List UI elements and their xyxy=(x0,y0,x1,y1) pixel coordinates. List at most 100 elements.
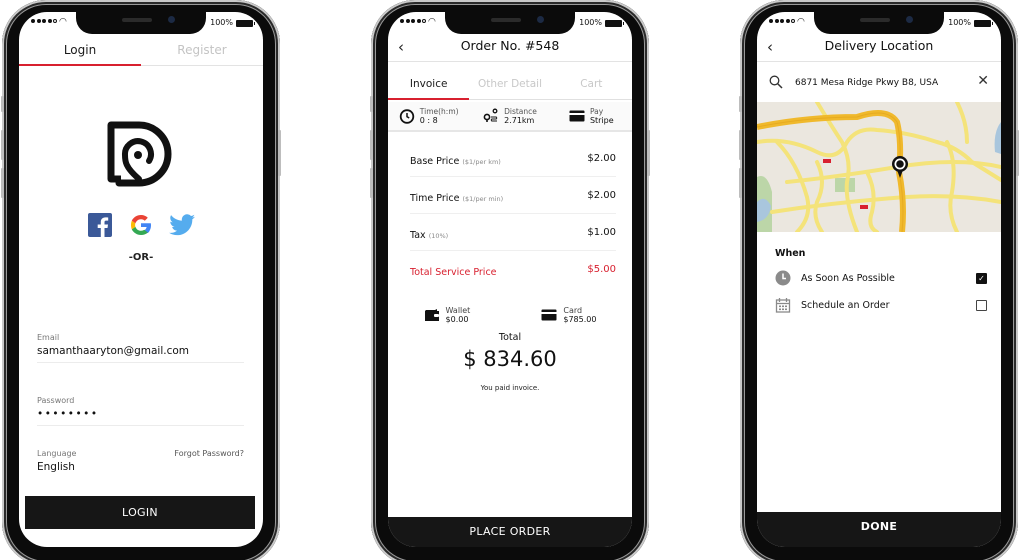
tab-cart[interactable]: Cart xyxy=(551,70,632,99)
address-input[interactable]: 6871 Mesa Ridge Pkwy B8, USA xyxy=(795,78,938,88)
option-asap[interactable]: As Soon As Possible ✓ xyxy=(775,268,987,288)
twitter-icon[interactable] xyxy=(169,212,195,238)
wallet-label: Wallet xyxy=(445,306,471,315)
header: ‹ Delivery Location xyxy=(757,36,1001,62)
time-info: Time(h:m) 0 : 8 xyxy=(388,102,469,130)
wifi-icon: ◠ xyxy=(59,17,67,27)
notch xyxy=(76,12,206,34)
notch xyxy=(814,12,944,34)
volume-down-button xyxy=(739,168,742,198)
battery-icon xyxy=(605,20,624,27)
wallet-value: $0.00 xyxy=(445,315,469,324)
payment-breakdown: Wallet $0.00 Card $785.00 xyxy=(388,306,632,324)
volume-down-button xyxy=(1,168,4,198)
option-label: As Soon As Possible xyxy=(801,272,895,284)
option-schedule[interactable]: Schedule an Order xyxy=(775,295,987,315)
total-amount: $ 834.60 xyxy=(463,347,557,371)
wifi-icon: ◠ xyxy=(797,17,805,27)
distance-value: 2.71km xyxy=(504,115,535,125)
price-list: Base Price ($1/per km) $2.00 Time Price ($… xyxy=(410,140,616,288)
pay-label: Pay xyxy=(589,106,604,116)
forgot-password-link[interactable]: Forgot Password? xyxy=(174,449,244,458)
time-label: Time(h:m) xyxy=(419,106,459,116)
back-chevron-icon[interactable]: ‹ xyxy=(398,37,404,57)
signal-icon xyxy=(769,19,795,23)
price-row-base: Base Price ($1/per km) $2.00 xyxy=(410,140,616,177)
price-amount: $2.00 xyxy=(587,189,616,201)
card-icon xyxy=(541,309,557,321)
app-logo-icon xyxy=(107,121,172,187)
paid-note: You paid invoice. xyxy=(480,384,540,392)
price-name: Base Price xyxy=(410,155,460,167)
battery-icon xyxy=(236,20,255,27)
language-section: Language English Forgot Password? xyxy=(37,449,244,473)
header: ‹ Order No. #548 xyxy=(388,36,632,62)
option-label: Schedule an Order xyxy=(801,299,890,311)
map-graphic xyxy=(757,102,1001,232)
page-title: Delivery Location xyxy=(824,38,934,53)
schedule-checkbox[interactable] xyxy=(976,299,987,311)
wifi-icon: ◠ xyxy=(428,17,436,27)
price-note: (10%) xyxy=(428,231,449,240)
battery-icon xyxy=(974,20,993,27)
clock-icon xyxy=(399,109,414,124)
mute-switch xyxy=(739,96,742,112)
clear-icon[interactable]: ✕ xyxy=(977,73,989,89)
volume-up-button xyxy=(739,130,742,160)
or-divider: -OR- xyxy=(128,252,154,263)
login-button[interactable]: LOGIN xyxy=(25,496,255,529)
price-row-time: Time Price ($1/per min) $2.00 xyxy=(410,177,616,214)
language-select[interactable]: English xyxy=(37,461,244,473)
distance-label: Distance xyxy=(504,106,537,116)
tab-other-detail[interactable]: Other Detail xyxy=(469,70,550,99)
screen: ◠ 100% Login Register -OR- Email samanth… xyxy=(19,12,263,547)
email-label: Email xyxy=(37,333,60,342)
done-button[interactable]: DONE xyxy=(757,512,1001,547)
signal-icon xyxy=(31,19,57,23)
tab-login[interactable]: Login xyxy=(19,40,141,66)
wallet-icon xyxy=(424,309,439,321)
social-login xyxy=(19,212,263,238)
facebook-icon[interactable] xyxy=(87,212,113,238)
total-label: Total xyxy=(498,332,522,343)
password-label: Password xyxy=(37,396,75,405)
price-amount: $2.00 xyxy=(587,152,616,164)
tab-invoice[interactable]: Invoice xyxy=(388,70,470,100)
when-label: When xyxy=(775,248,806,259)
back-chevron-icon[interactable]: ‹ xyxy=(767,37,773,57)
pay-info: Pay Stripe xyxy=(551,102,632,130)
wallet-payment: Wallet $0.00 xyxy=(424,306,471,324)
battery-percent: 100% xyxy=(210,18,233,27)
power-button xyxy=(647,130,650,176)
card-payment: Card $785.00 xyxy=(541,306,596,324)
map-view[interactable] xyxy=(757,102,1001,232)
phone-delivery: ◠ 100% ‹ Delivery Location 6871 Mesa Rid… xyxy=(739,0,1019,560)
google-icon[interactable] xyxy=(128,212,154,238)
email-field[interactable]: Email samanthaaryton@gmail.com xyxy=(37,333,244,363)
asap-checkbox[interactable]: ✓ xyxy=(976,272,987,284)
price-name: Time Price xyxy=(410,192,460,204)
email-input[interactable]: samanthaaryton@gmail.com xyxy=(37,345,244,362)
battery-percent: 100% xyxy=(579,18,602,27)
card-value: $785.00 xyxy=(563,315,597,324)
time-value: 0 : 8 xyxy=(419,115,438,125)
password-field[interactable]: Password •••••••• xyxy=(37,396,244,426)
price-amount: $1.00 xyxy=(587,226,616,238)
price-note: ($1/per km) xyxy=(462,157,501,166)
tab-register[interactable]: Register xyxy=(141,40,263,65)
order-tabs: Invoice Other Detail Cart xyxy=(388,70,632,100)
power-button xyxy=(278,130,281,176)
mute-switch xyxy=(370,96,373,112)
price-row-tax: Tax (10%) $1.00 xyxy=(410,214,616,251)
address-search[interactable]: 6871 Mesa Ridge Pkwy B8, USA ✕ xyxy=(757,68,1001,102)
auth-tabs: Login Register xyxy=(19,40,263,66)
password-input[interactable]: •••••••• xyxy=(37,408,244,425)
phone-login: ◠ 100% Login Register -OR- Email samanth… xyxy=(1,0,281,560)
card-label: Card xyxy=(563,306,583,315)
mute-switch xyxy=(1,96,4,112)
pay-value: Stripe xyxy=(589,115,614,125)
search-icon xyxy=(769,75,783,89)
place-order-button[interactable]: PLACE ORDER xyxy=(388,517,632,547)
page-title: Order No. #548 xyxy=(460,38,560,53)
price-name: Total Service Price xyxy=(410,267,497,278)
